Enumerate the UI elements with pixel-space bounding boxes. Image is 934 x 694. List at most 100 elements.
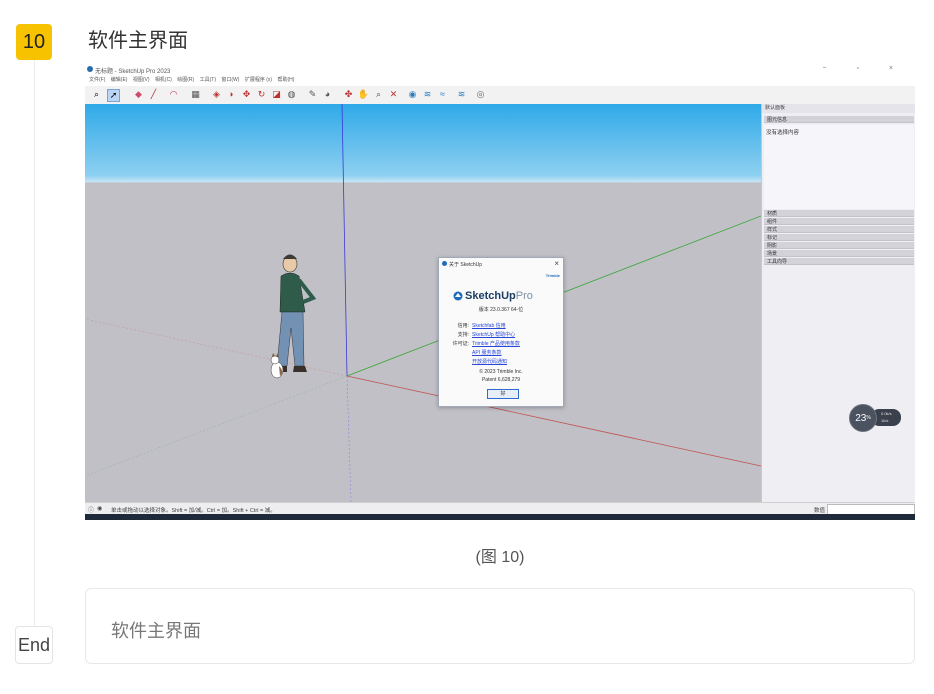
cpu-usage-circle: 23% xyxy=(849,404,877,432)
extension-warehouse-icon[interactable]: ≋ xyxy=(422,89,433,100)
geo-icon[interactable]: ◉ xyxy=(97,505,102,512)
panel-header: 默认面板 xyxy=(762,104,915,113)
taskbar xyxy=(85,514,915,520)
credits-label: 信用: xyxy=(457,323,469,329)
entity-info-section[interactable]: 图元信息 xyxy=(764,116,914,123)
brand-sub: Pro xyxy=(515,290,533,302)
account-icon[interactable]: ◎ xyxy=(475,89,486,100)
menu-help[interactable]: 帮助(H) xyxy=(277,77,294,83)
extension-manager-icon[interactable]: ≋ xyxy=(456,89,467,100)
window-title: 无标题 - SketchUp Pro 2023 xyxy=(95,69,171,75)
sketchup-logo-icon xyxy=(442,261,447,266)
arc-icon[interactable]: ◠ xyxy=(168,89,179,100)
section-tags[interactable]: 标记 xyxy=(764,234,914,241)
section-instructor[interactable]: 工具向导 xyxy=(764,258,914,265)
search-icon[interactable]: ⌕ xyxy=(91,89,102,100)
tape-measure-icon[interactable]: ✎ xyxy=(307,89,318,100)
screenshot-image: 无标题 - SketchUp Pro 2023 − ▫ × 文件(F) 编辑(E… xyxy=(85,62,915,520)
minimize-button[interactable]: − xyxy=(822,65,840,72)
axes-drawing xyxy=(85,104,761,502)
z-axis-negative-line xyxy=(346,375,352,502)
rectangle-icon[interactable]: ▦ xyxy=(190,89,201,100)
info-icon[interactable]: ⓘ xyxy=(88,505,94,514)
menu-tools[interactable]: 工具(T) xyxy=(200,77,216,83)
dialog-title: 关于 SketchUp xyxy=(449,262,483,268)
pencil-icon[interactable]: ╱ xyxy=(148,89,159,100)
section-components[interactable]: 组件 xyxy=(764,218,914,225)
window-controls[interactable]: − ▫ × xyxy=(822,65,907,72)
zoom-icon[interactable]: ⌕ xyxy=(373,89,384,100)
menu-edit[interactable]: 编辑(E) xyxy=(111,77,128,83)
note-text: 软件主界面 xyxy=(111,621,201,641)
patent-text: Patent 6,628,279 xyxy=(481,377,521,383)
layout-icon[interactable]: ≈ xyxy=(437,89,448,100)
move-icon[interactable]: ✥ xyxy=(241,89,252,100)
measurements-label: 数值 xyxy=(814,508,826,514)
step-title: 软件主界面 xyxy=(88,30,188,52)
cpu-usage-unit: % xyxy=(866,415,871,421)
license-link[interactable]: Trimble 产品使用条款 xyxy=(472,340,520,347)
cpu-usage-value: 23 xyxy=(855,412,867,424)
copyright-text: © 2023 Trimble Inc. xyxy=(479,369,523,375)
support-link[interactable]: SketchUp 帮助中心 xyxy=(472,331,515,338)
scale-figure-person xyxy=(273,254,317,372)
model-viewport[interactable]: 关于 SketchUp × Trimble SketchUpPro 版本 23.… xyxy=(85,104,761,502)
offset-icon[interactable]: ◍ xyxy=(286,89,297,100)
z-axis-line xyxy=(341,104,348,377)
license-label: 许可证: xyxy=(452,341,469,347)
menu-bar: 文件(F) 编辑(E) 视图(V) 相机(C) 绘图(R) 工具(T) 窗口(W… xyxy=(85,76,915,86)
download-speed: 1k/s xyxy=(881,418,889,423)
no-selection-text: 没有选择内容 xyxy=(766,130,800,136)
y-axis-negative-line xyxy=(85,375,348,477)
menu-file[interactable]: 文件(F) xyxy=(89,77,105,83)
section-materials[interactable]: 材质 xyxy=(764,210,914,217)
trimble-logo: Trimble xyxy=(545,273,560,278)
pan-icon[interactable]: ✋ xyxy=(358,89,369,100)
support-label: 支持: xyxy=(457,332,469,338)
sketchup-brand-icon xyxy=(453,291,463,301)
rotate-icon[interactable]: ↻ xyxy=(256,89,267,100)
timeline-line xyxy=(34,54,35,626)
section-styles[interactable]: 样式 xyxy=(764,226,914,233)
ok-button[interactable]: 好 xyxy=(487,389,519,399)
select-arrow-icon[interactable]: ➚ xyxy=(107,89,120,102)
status-message: 单击或拖动以选择对象。Shift = 加/减。Ctrl = 加。Shift + … xyxy=(111,508,276,514)
follow-me-icon[interactable]: ◗ xyxy=(226,89,237,100)
main-toolbar: ⌕ ➚ ◆ ╱ ◠ ▦ ◈ ◗ ✥ ↻ ◪ ◍ ✎ ◕ ✤ ✋ ⌕ ✕ ◉ ≋ … xyxy=(85,86,915,105)
close-button[interactable]: × xyxy=(889,65,907,72)
network-monitor-widget: 0.0k/s 1k/s 23% xyxy=(849,404,901,432)
menu-view[interactable]: 视图(V) xyxy=(133,77,150,83)
brand-main: SketchUp xyxy=(465,290,516,302)
orbit-icon[interactable]: ✤ xyxy=(343,89,354,100)
dialog-close-button[interactable]: × xyxy=(554,259,559,268)
window-titlebar: 无标题 - SketchUp Pro 2023 − ▫ × xyxy=(85,62,915,76)
eraser-icon[interactable]: ◆ xyxy=(133,89,144,100)
version-text: 版本 23.0.367 64-位 xyxy=(478,307,524,313)
upload-speed: 0.0k/s xyxy=(881,411,892,416)
api-terms-link[interactable]: API 服务条款 xyxy=(472,349,501,356)
about-dialog: 关于 SketchUp × Trimble SketchUpPro 版本 23.… xyxy=(438,257,564,407)
credits-link[interactable]: Sketchfab 信用 xyxy=(472,322,506,329)
section-shadows[interactable]: 阴影 xyxy=(764,242,914,249)
section-scenes[interactable]: 场景 xyxy=(764,250,914,257)
paint-bucket-icon[interactable]: ◕ xyxy=(322,89,333,100)
figure-caption: (图 10) xyxy=(475,549,525,566)
menu-draw[interactable]: 绘图(R) xyxy=(177,77,194,83)
note-box: 软件主界面 xyxy=(85,588,915,664)
sketchup-pro-brand: SketchUpPro xyxy=(465,290,533,302)
warehouse-icon[interactable]: ◉ xyxy=(407,89,418,100)
sketchup-logo-icon xyxy=(87,66,93,72)
zoom-extents-icon[interactable]: ✕ xyxy=(388,89,399,100)
menu-extensions[interactable]: 扩展程序 (x) xyxy=(245,77,272,83)
entity-info-body xyxy=(764,125,914,209)
open-source-link[interactable]: 开放源代码通知 xyxy=(472,358,507,365)
menu-camera[interactable]: 相机(C) xyxy=(155,77,172,83)
menu-window[interactable]: 窗口(W) xyxy=(221,77,239,83)
x-axis-negative-line xyxy=(85,318,348,377)
step-number-badge: 10 xyxy=(16,24,52,60)
push-pull-icon[interactable]: ◈ xyxy=(211,89,222,100)
scale-icon[interactable]: ◪ xyxy=(271,89,282,100)
maximize-button[interactable]: ▫ xyxy=(856,65,872,72)
default-tray-panel: 默认面板 图元信息 没有选择内容 材质 组件 样式 标记 阴影 场景 工具向导 xyxy=(761,104,915,502)
end-badge: End xyxy=(15,626,53,664)
